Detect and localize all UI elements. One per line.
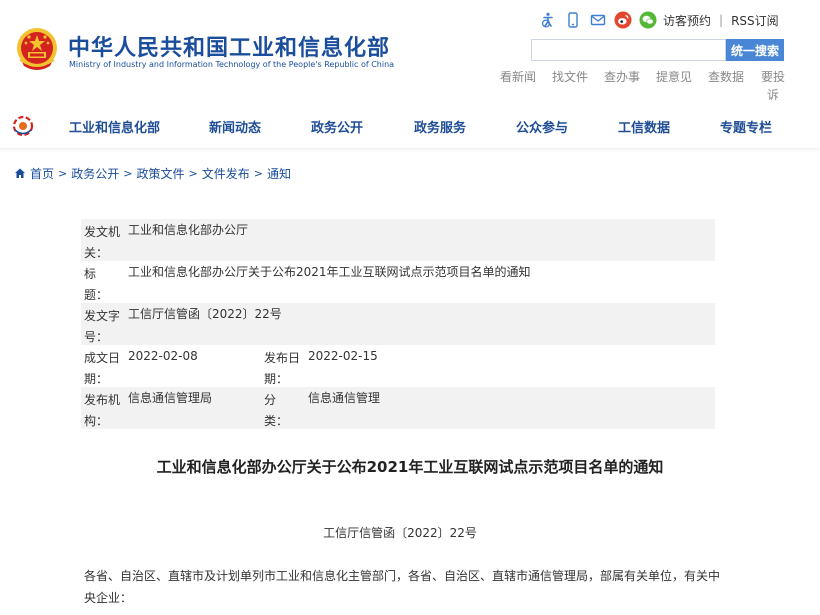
search-button[interactable]: 统一搜索 xyxy=(726,39,784,61)
accessibility-icon[interactable] xyxy=(538,10,558,30)
nav-item-data[interactable]: 工信数据 xyxy=(618,117,670,136)
document-metadata-table: 发文机关： 工业和信息化部办公厅 标 题： 工业和信息化部办公厅关于公布2021… xyxy=(81,219,715,429)
site-header: 中华人民共和国工业和信息化部 Ministry of Industry and … xyxy=(0,0,820,102)
meta-value-title: 工业和信息化部办公厅关于公布2021年工业互联网试点示范项目名单的通知 xyxy=(128,265,531,279)
search-input[interactable] xyxy=(531,39,726,61)
meta-label-agency: 发布机构： xyxy=(84,393,121,428)
top-separator: | xyxy=(719,13,724,27)
rss-link[interactable]: RSS订阅 xyxy=(731,12,779,29)
quick-link-files[interactable]: 找文件 xyxy=(552,68,588,85)
article-title: 工业和信息化部办公厅关于公布2021年工业互联网试点示范项目名单的通知 xyxy=(156,458,664,476)
meta-label-published-date: 发布日期： xyxy=(264,351,301,386)
meta-value-agency: 信息通信管理局 xyxy=(128,391,213,405)
ministry-logo-icon[interactable] xyxy=(12,115,34,137)
nav-item-affairs-disclosure[interactable]: 政务公开 xyxy=(311,117,363,136)
nav-item-government-services[interactable]: 政务服务 xyxy=(414,117,466,136)
mail-icon[interactable] xyxy=(588,10,608,30)
main-nav: 工业和信息化部 新闻动态 政务公开 政务服务 公众参与 工信数据 专题专栏 xyxy=(0,103,820,149)
meta-label-category: 分 类： xyxy=(264,393,301,428)
national-emblem-icon[interactable] xyxy=(14,26,60,74)
quick-link-complaint[interactable]: 要投诉 xyxy=(760,68,786,104)
meta-label-issuer: 发文机关： xyxy=(84,225,121,260)
mobile-icon[interactable] xyxy=(563,10,583,30)
nav-item-news[interactable]: 新闻动态 xyxy=(209,117,261,136)
meta-row-issuer: 发文机关： 工业和信息化部办公厅 xyxy=(81,219,715,261)
page: 中华人民共和国工业和信息化部 Ministry of Industry and … xyxy=(0,0,820,615)
home-icon[interactable] xyxy=(14,167,26,179)
breadcrumb: 首页 > 政务公开 > 政策文件 > 文件发布 > 通知 xyxy=(14,165,291,181)
breadcrumb-separator: > xyxy=(58,166,68,180)
meta-row-dates: 成文日期： 2022-02-08 发布日期： 2022-02-15 xyxy=(81,345,715,387)
quick-link-services[interactable]: 查办事 xyxy=(604,68,640,85)
quick-link-feedback[interactable]: 提意见 xyxy=(656,68,692,85)
quick-link-data[interactable]: 查数据 xyxy=(708,68,744,85)
visit-appointment-link[interactable]: 访客预约 xyxy=(663,12,711,29)
quick-link-news[interactable]: 看新闻 xyxy=(500,68,536,85)
breadcrumb-separator: > xyxy=(253,166,263,180)
breadcrumb-separator: > xyxy=(188,166,198,180)
meta-label-title: 标 题： xyxy=(84,267,121,302)
breadcrumb-home[interactable]: 首页 xyxy=(30,165,54,182)
meta-value-issuer: 工业和信息化部办公厅 xyxy=(128,223,249,237)
meta-label-created-date: 成文日期： xyxy=(84,351,121,386)
meta-value-created-date: 2022-02-08 xyxy=(128,349,198,363)
top-utility-bar: 访客预约 | RSS订阅 xyxy=(538,10,779,30)
article-doc-number: 工信厅信管函〔2022〕22号 xyxy=(323,526,477,540)
wechat-icon[interactable] xyxy=(638,10,658,30)
breadcrumb-doc-release[interactable]: 文件发布 xyxy=(202,165,250,182)
breadcrumb-affairs[interactable]: 政务公开 xyxy=(71,165,119,182)
weibo-icon[interactable] xyxy=(613,10,633,30)
site-title[interactable]: 中华人民共和国工业和信息化部 xyxy=(68,30,390,62)
nav-item-public-participation[interactable]: 公众参与 xyxy=(516,117,568,136)
site-title-english: Ministry of Industry and Information Tec… xyxy=(69,60,395,69)
article-body: 各省、自治区、直辖市及计划单列市工业和信息化主管部门，各省、自治区、直辖市通信管… xyxy=(84,569,721,605)
meta-row-title: 标 题： 工业和信息化部办公厅关于公布2021年工业互联网试点示范项目名单的通知 xyxy=(81,261,715,303)
meta-row-doc-number: 发文字号： 工信厅信管函〔2022〕22号 xyxy=(81,303,715,345)
breadcrumb-notice[interactable]: 通知 xyxy=(267,165,291,182)
meta-value-category: 信息通信管理 xyxy=(308,391,381,405)
breadcrumb-policy-docs[interactable]: 政策文件 xyxy=(136,165,184,182)
meta-row-agency: 发布机构： 信息通信管理局 分 类： 信息通信管理 xyxy=(81,387,715,429)
nav-item-topics[interactable]: 专题专栏 xyxy=(720,117,772,136)
meta-value-doc-number: 工信厅信管函〔2022〕22号 xyxy=(128,307,282,321)
nav-item-ministry[interactable]: 工业和信息化部 xyxy=(69,117,160,136)
meta-label-doc-number: 发文字号： xyxy=(84,309,121,344)
meta-value-published-date: 2022-02-15 xyxy=(308,349,378,363)
breadcrumb-separator: > xyxy=(123,166,133,180)
